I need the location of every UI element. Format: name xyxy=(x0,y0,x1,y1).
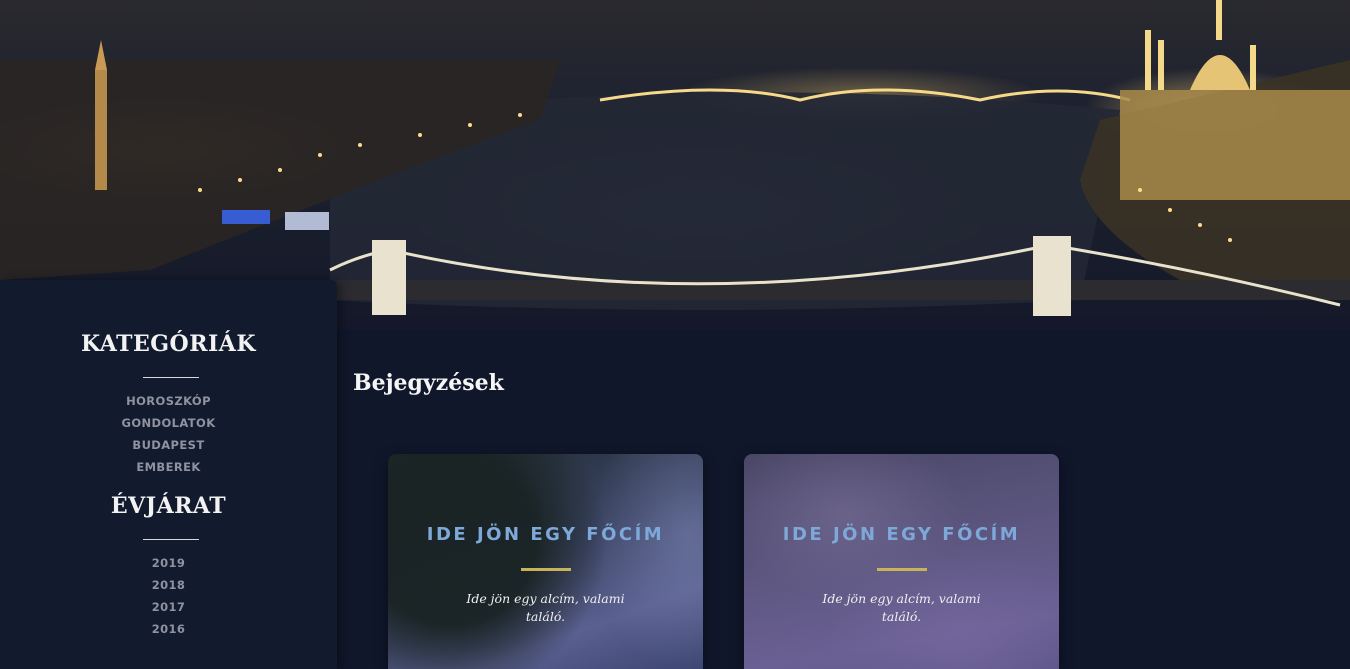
year-link-2019[interactable]: 2019 xyxy=(0,552,337,574)
year-item: 2016 xyxy=(0,618,337,640)
year-link-2018[interactable]: 2018 xyxy=(0,574,337,596)
post-title: IDE JÖN EGY FŐCÍM xyxy=(782,524,1021,545)
years-list: 2019 2018 2017 2016 xyxy=(0,552,337,640)
category-item: EMBEREK xyxy=(0,456,337,478)
post-title: IDE JÖN EGY FŐCÍM xyxy=(426,524,665,545)
year-item: 2019 xyxy=(0,552,337,574)
year-item: 2018 xyxy=(0,574,337,596)
category-item: HOROSZKÓP xyxy=(0,390,337,412)
years-heading: ÉVJÁRAT xyxy=(110,493,227,519)
category-link-budapest[interactable]: BUDAPEST xyxy=(0,434,337,456)
post-title-divider xyxy=(520,568,571,571)
categories-list: HOROSZKÓP GONDOLATOK BUDAPEST EMBEREK xyxy=(0,390,337,478)
category-item: GONDOLATOK xyxy=(0,412,337,434)
post-subtitle: Ide jön egy alcím, valami találó. xyxy=(822,591,981,624)
categories-divider xyxy=(143,377,199,378)
category-link-gondolatok[interactable]: GONDOLATOK xyxy=(0,412,337,434)
category-link-emberek[interactable]: EMBEREK xyxy=(0,456,337,478)
post-card[interactable]: IDE JÖN EGY FŐCÍM Ide jön egy alcím, val… xyxy=(744,454,1059,669)
year-link-2016[interactable]: 2016 xyxy=(0,618,337,640)
post-subtitle: Ide jön egy alcím, valami találó. xyxy=(466,591,625,624)
year-item: 2017 xyxy=(0,596,337,618)
post-card[interactable]: IDE JÖN EGY FŐCÍM Ide jön egy alcím, val… xyxy=(388,454,703,669)
year-link-2017[interactable]: 2017 xyxy=(0,596,337,618)
years-divider xyxy=(143,539,199,540)
section-title: Bejegyzések xyxy=(353,370,504,396)
category-item: BUDAPEST xyxy=(0,434,337,456)
categories-heading: KATEGÓRIÁK xyxy=(81,331,256,357)
post-title-divider xyxy=(876,568,927,571)
sidebar: KATEGÓRIÁK HOROSZKÓP GONDOLATOK BUDAPEST… xyxy=(0,280,337,669)
category-link-horoszkop[interactable]: HOROSZKÓP xyxy=(0,390,337,412)
